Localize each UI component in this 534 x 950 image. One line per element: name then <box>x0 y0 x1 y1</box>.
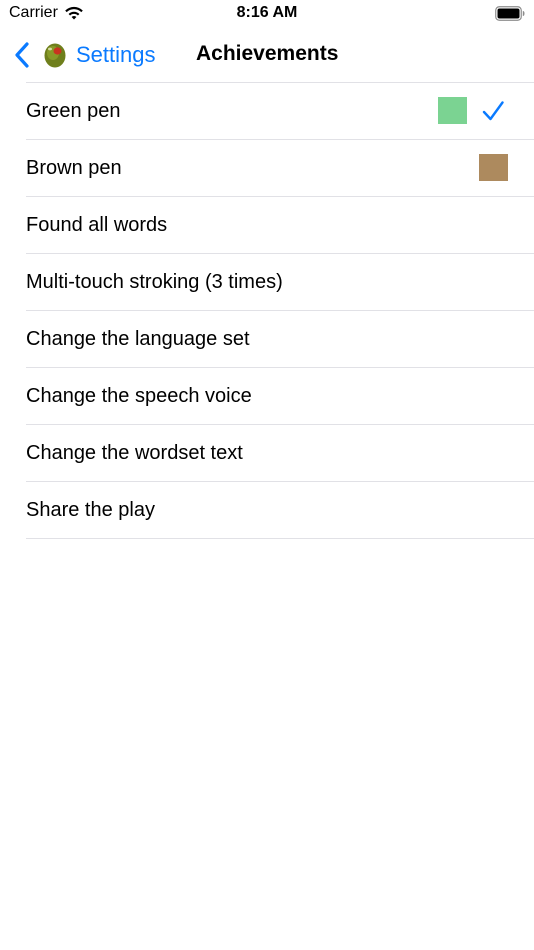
battery-icon <box>495 6 525 21</box>
status-time: 8:16 AM <box>236 4 298 21</box>
list-item-label: Green pen <box>26 99 121 122</box>
olive-icon <box>44 43 66 68</box>
page-title: Achievements <box>196 42 339 65</box>
list-item-label: Share the play <box>26 498 155 521</box>
back-button[interactable]: Settings <box>14 38 156 72</box>
list-item-label: Multi-touch stroking (3 times) <box>26 270 283 293</box>
back-button-label: Settings <box>76 42 156 67</box>
list-item-label: Brown pen <box>26 156 122 179</box>
list-item-multi-touch-stroking[interactable]: Multi-touch stroking (3 times) <box>26 253 534 310</box>
list-item-label: Change the wordset text <box>26 441 243 464</box>
chevron-left-icon <box>15 42 29 68</box>
status-bar: Carrier 8:16 AM <box>0 0 534 30</box>
list-item-found-all-words[interactable]: Found all words <box>26 196 534 253</box>
list-item-label: Change the language set <box>26 327 250 350</box>
list-item-label: Found all words <box>26 213 168 236</box>
list-item-change-wordset-text[interactable]: Change the wordset text <box>26 424 534 481</box>
list-item-brown-pen[interactable]: Brown pen <box>26 139 534 196</box>
list-item-label: Change the speech voice <box>26 384 252 407</box>
navigation-bar: Settings Achievements <box>0 30 534 82</box>
list-item-change-speech-voice[interactable]: Change the speech voice <box>26 367 534 424</box>
list-item-green-pen[interactable]: Green pen <box>26 82 534 139</box>
list-item-change-language-set[interactable]: Change the language set <box>26 310 534 367</box>
list-item-share-the-play[interactable]: Share the play <box>26 481 534 539</box>
checkmark-icon <box>482 101 504 121</box>
green-color-swatch <box>438 97 467 124</box>
brown-color-swatch <box>479 154 508 181</box>
achievements-list: Green pen Brown pen Found all words Mult… <box>26 82 534 539</box>
